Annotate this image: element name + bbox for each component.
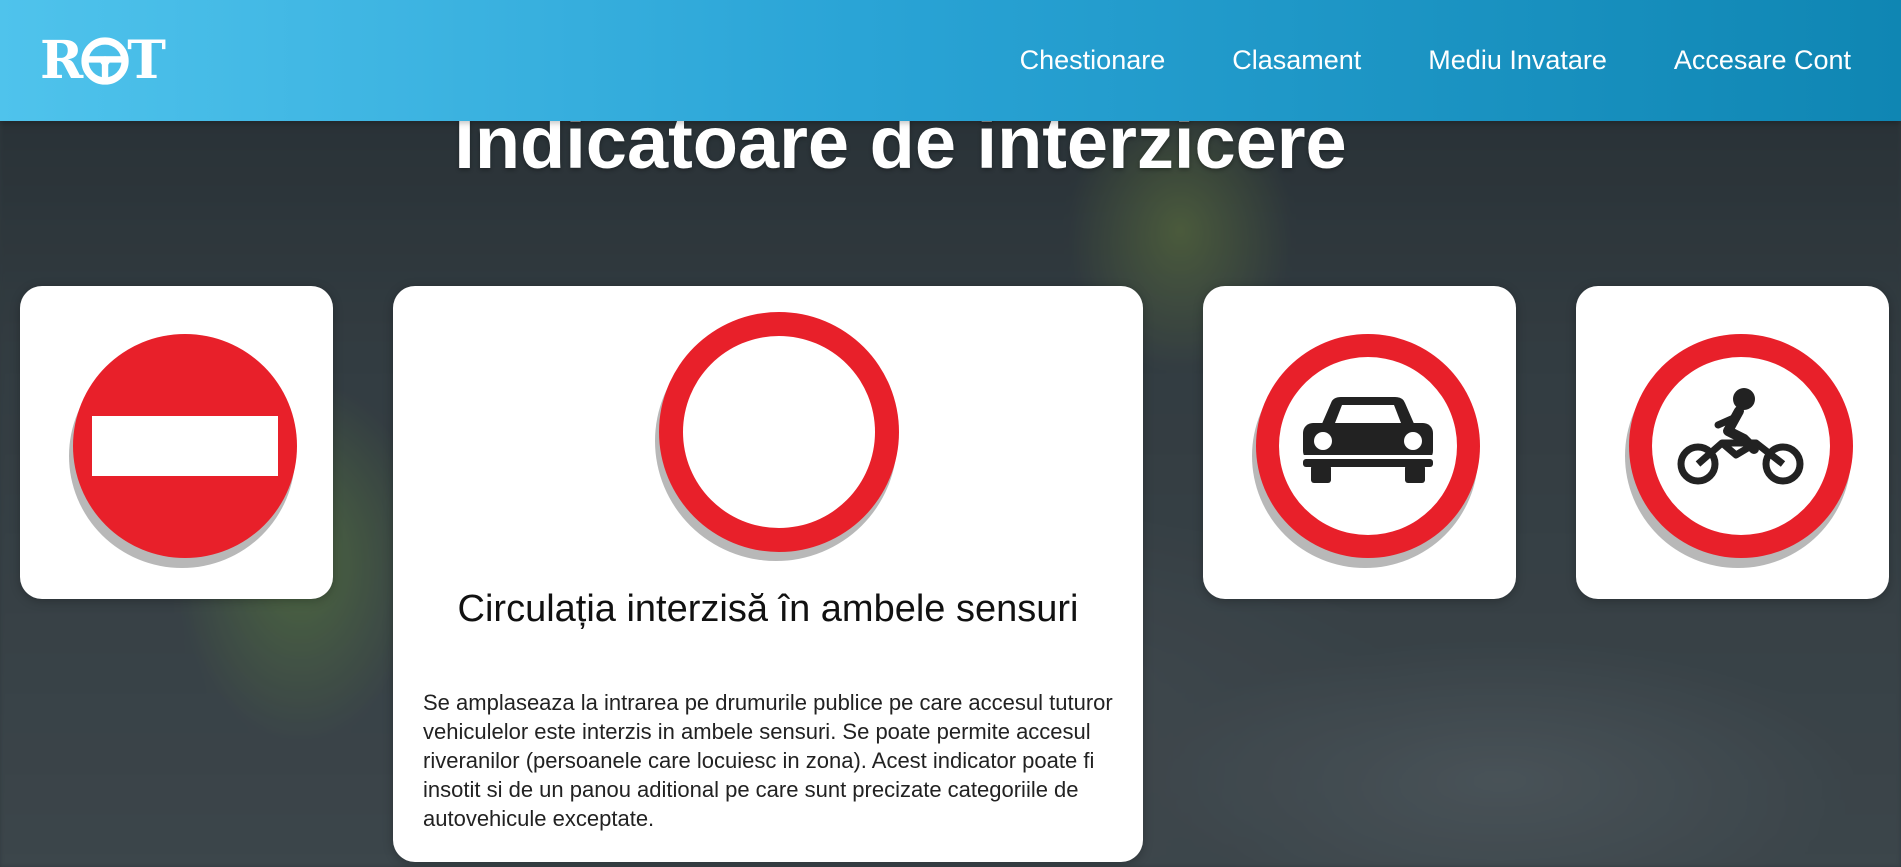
- logo-letter-r: R: [40, 30, 84, 91]
- sign-title: Circulația interzisă în ambele sensuri: [457, 588, 1079, 630]
- steering-wheel-icon: [81, 37, 129, 85]
- nav-accesare-cont[interactable]: Accesare Cont: [1674, 45, 1851, 76]
- main-nav: Chestionare Clasament Mediu Invatare Acc…: [1020, 0, 1851, 121]
- no-entry-sign-icon: [69, 331, 300, 571]
- top-navbar: R T Chestionare Clasament Mediu Invatare…: [0, 0, 1901, 121]
- no-cars-sign-icon: [1252, 331, 1483, 571]
- sign-card-no-entry[interactable]: [20, 286, 333, 599]
- sign-card-no-cars[interactable]: [1203, 286, 1516, 599]
- sign-description: Se amplaseaza la intrarea pe drumurile p…: [423, 690, 1113, 831]
- nav-mediu-invatare[interactable]: Mediu Invatare: [1428, 45, 1607, 76]
- site-logo[interactable]: R T: [40, 22, 166, 100]
- logo-letter-t: T: [127, 30, 166, 91]
- no-motorcycles-sign-icon: [1625, 331, 1856, 571]
- nav-chestionare[interactable]: Chestionare: [1020, 45, 1166, 76]
- no-vehicles-sign-icon: [655, 311, 902, 561]
- sign-card-no-motorcycles[interactable]: [1576, 286, 1889, 599]
- nav-clasament[interactable]: Clasament: [1232, 45, 1361, 76]
